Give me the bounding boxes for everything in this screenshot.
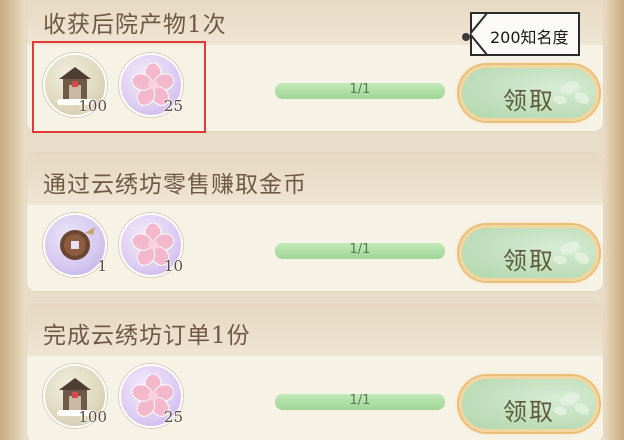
fame-tag-text: 200知名度 [490,28,569,47]
task-header: 完成云绣坊订单1份 [27,304,603,356]
reward-count: 25 [163,408,183,426]
reward-item[interactable]: 1 [43,213,107,277]
reward-item[interactable]: 10 [119,213,183,277]
progress-label: 1/1 [349,242,371,257]
reward-item[interactable]: 25 [119,364,183,428]
claim-button-label: 领取 [503,398,555,426]
progress-bar: 1/1 [275,393,445,410]
task-body: 1 10 1/1 领取 [27,205,603,291]
tag-pin-dot [462,33,470,41]
claim-button-label: 领取 [503,247,555,275]
claim-button[interactable]: 领取 [459,225,599,281]
task-card: 通过云绣坊零售赚取金币 1 10 1/1 领取 [26,152,604,292]
progress-bar: 1/1 [275,82,445,99]
tag-notch-shape [470,12,489,56]
task-card: 完成云绣坊订单1份 100 25 1/1 领取 [26,303,604,440]
task-header: 通过云绣坊零售赚取金币 [27,153,603,205]
left-frame [0,0,24,440]
coin-icon [60,227,95,260]
claim-button[interactable]: 领取 [459,65,599,121]
reward-count: 10 [163,257,183,275]
right-frame [604,0,624,440]
task-body: 100 25 1/1 领取 [27,356,603,440]
claim-button[interactable]: 领取 [459,376,599,432]
progress-label: 1/1 [349,82,371,97]
progress-label: 1/1 [349,393,371,408]
task-title: 通过云绣坊零售赚取金币 [43,172,307,198]
reward-item[interactable]: 100 [43,364,107,428]
progress-bar: 1/1 [275,242,445,259]
highlight-box [32,41,206,133]
reward-count: 100 [78,408,107,426]
task-title: 完成云绣坊订单1份 [43,323,251,349]
task-title: 收获后院产物1次 [43,12,227,38]
reward-count: 1 [97,257,107,275]
claim-button-label: 领取 [503,87,555,115]
